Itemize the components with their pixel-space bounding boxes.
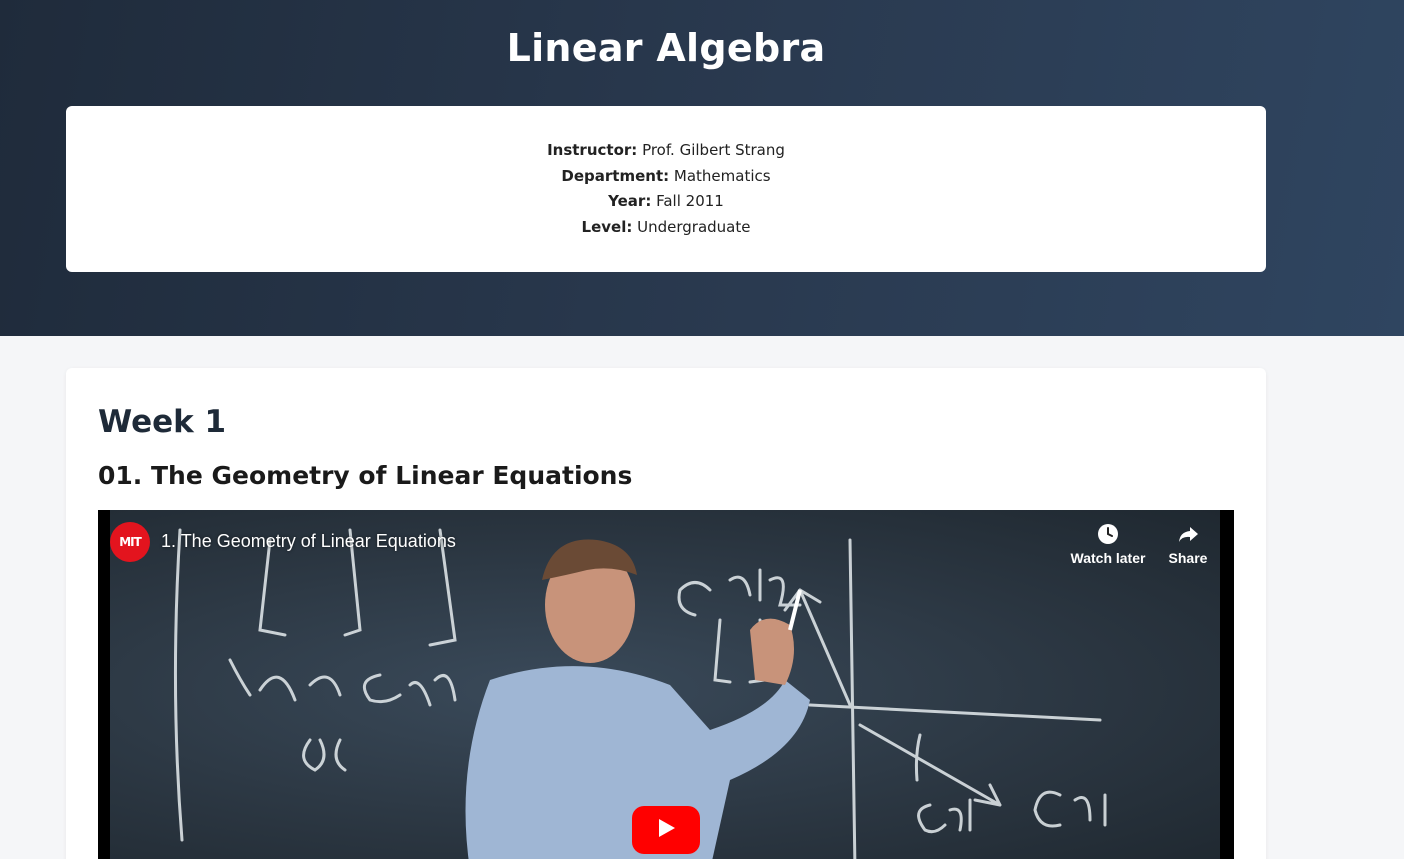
instructor-value: Prof. Gilbert Strang xyxy=(642,141,785,159)
week-section: Week 1 01. The Geometry of Linear Equati… xyxy=(66,368,1266,859)
channel-logo[interactable]: MIT xyxy=(110,522,150,562)
share-label: Share xyxy=(1168,550,1208,566)
play-icon xyxy=(655,817,677,843)
department-row: Department: Mathematics xyxy=(561,164,770,190)
instructor-row: Instructor: Prof. Gilbert Strang xyxy=(547,138,785,164)
watch-later-button[interactable]: Watch later xyxy=(1068,522,1148,566)
week-title: Week 1 xyxy=(98,404,227,440)
level-label: Level: xyxy=(581,217,633,236)
watch-later-label: Watch later xyxy=(1070,550,1146,566)
share-icon xyxy=(1148,522,1228,548)
level-value: Undergraduate xyxy=(637,217,751,236)
department-label: Department: xyxy=(561,166,670,185)
year-row: Year: Fall 2011 xyxy=(608,189,724,215)
page-title: Linear Algebra xyxy=(506,26,826,70)
video-player[interactable]: MIT 1. The Geometry of Linear Equations … xyxy=(98,510,1234,859)
clock-icon xyxy=(1068,522,1148,548)
course-header: Linear Algebra Instructor: Prof. Gilbert… xyxy=(0,0,1404,336)
year-value: Fall 2011 xyxy=(656,192,724,210)
year-label: Year: xyxy=(608,192,652,210)
level-row: Level: Undergraduate xyxy=(582,215,751,241)
department-value: Mathematics xyxy=(673,166,771,185)
lecture-title: 01. The Geometry of Linear Equations xyxy=(98,461,633,490)
play-button[interactable] xyxy=(632,806,700,854)
video-title-link[interactable]: 1. The Geometry of Linear Equations xyxy=(161,531,456,552)
share-button[interactable]: Share xyxy=(1148,522,1228,566)
instructor-label: Instructor: xyxy=(547,141,638,159)
course-info-card: Instructor: Prof. Gilbert Strang Departm… xyxy=(66,106,1266,272)
